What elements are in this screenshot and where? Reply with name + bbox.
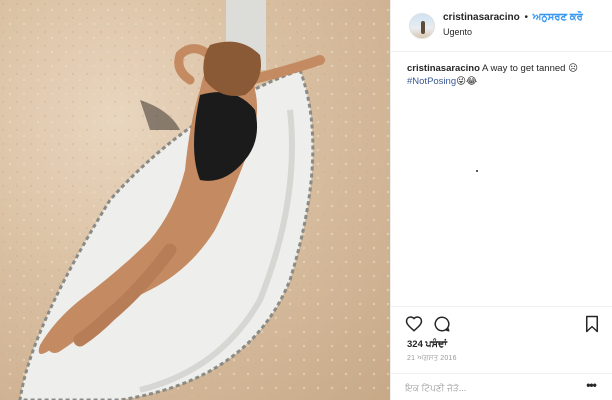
caption-hashtag[interactable]: #NotPosing [407,76,456,87]
caption-emoji: 😜😂 [456,76,478,87]
post-header: cristinasaracino • ਅਨੁਸਰਣ ਕਰੋ Ugento [391,0,612,52]
post-actions: 324 ਪਸੰਦਾਂ 21 ਅਗਸਤ 2016 ••• [391,306,612,400]
follow-button[interactable]: ਅਨੁਸਰਣ ਕਰੋ [533,12,583,23]
avatar[interactable] [409,13,435,39]
separator-dot: • [524,12,529,23]
caption-username[interactable]: cristinasaracino [407,63,480,74]
loading-dot [476,170,478,172]
username-link[interactable]: cristinasaracino [443,12,520,23]
post-details-panel: cristinasaracino • ਅਨੁਸਰਣ ਕਰੋ Ugento cri… [390,0,612,400]
beach-boat-image [0,0,390,400]
post-date[interactable]: 21 ਅਗਸਤ 2016 [407,355,457,363]
comment-bar: ••• [391,373,612,400]
comment-bubble-icon[interactable] [433,315,451,333]
more-options-icon[interactable]: ••• [581,379,601,396]
post-caption: cristinasaracino A way to get tanned ☹ #… [407,62,603,88]
header-row: cristinasaracino • ਅਨੁਸਰਣ ਕਰੋ [443,12,583,23]
comment-input[interactable] [405,380,565,396]
post-photo[interactable] [0,0,390,400]
heart-icon[interactable] [405,315,423,333]
location-link[interactable]: Ugento [443,27,472,37]
likes-count[interactable]: 324 ਪਸੰਦਾਂ [407,339,447,350]
caption-text: A way to get tanned ☹ [479,63,578,74]
bookmark-icon[interactable] [583,315,601,333]
